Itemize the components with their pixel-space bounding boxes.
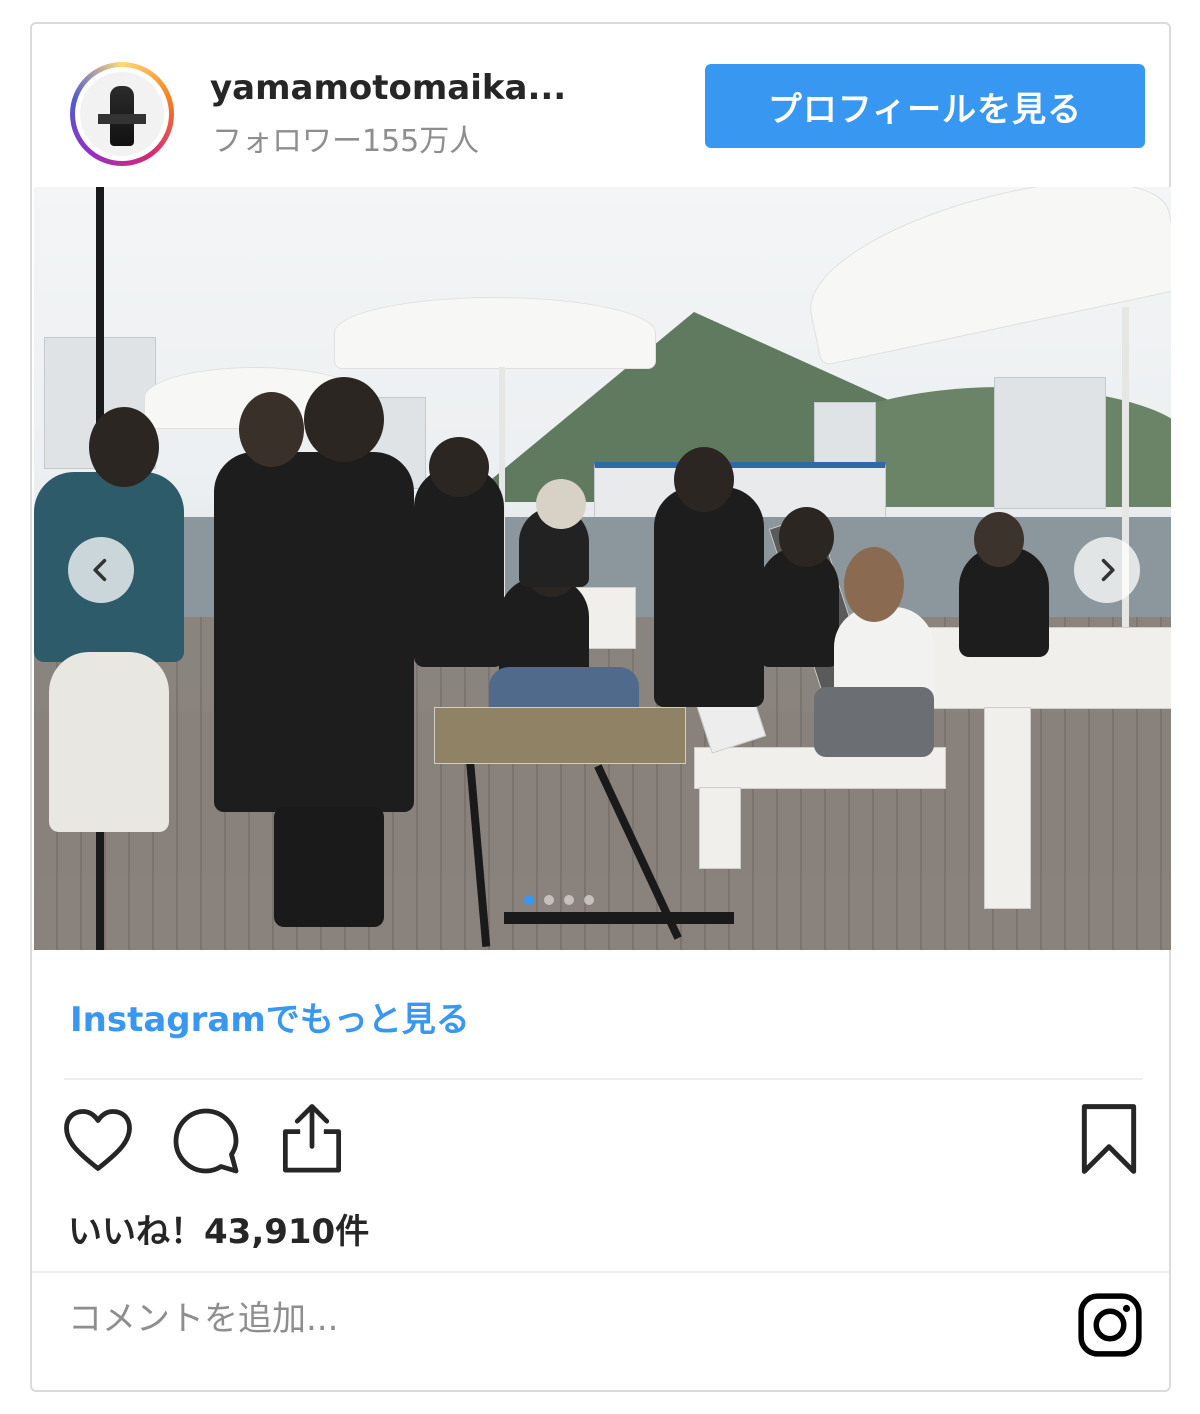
follower-count: フォロワー155万人: [212, 124, 480, 159]
save-button[interactable]: [1078, 1102, 1140, 1176]
bookmark-icon: [1081, 1104, 1137, 1174]
carousel-dot: [564, 895, 574, 905]
instagram-icon: [1078, 1293, 1142, 1357]
instagram-embed-card: yamamotomaika... フォロワー155万人 プロフィールを見る In…: [30, 22, 1171, 1392]
carousel-prev-button[interactable]: [68, 537, 134, 603]
comment-icon: [173, 1108, 239, 1174]
carousel-dot: [544, 895, 554, 905]
chevron-right-icon: [1101, 558, 1115, 582]
share-button[interactable]: [276, 1102, 348, 1176]
username[interactable]: yamamotomaika...: [210, 68, 566, 108]
instagram-logo[interactable]: [1077, 1292, 1143, 1358]
chevron-left-icon: [93, 558, 107, 582]
heart-icon: [64, 1109, 132, 1171]
carousel-dot: [584, 895, 594, 905]
avatar-image: [80, 72, 164, 156]
carousel-dot: [524, 895, 534, 905]
share-icon: [282, 1104, 342, 1173]
comment-button[interactable]: [170, 1105, 242, 1177]
like-button[interactable]: [62, 1107, 134, 1173]
view-profile-button[interactable]: プロフィールを見る: [705, 64, 1145, 148]
divider: [64, 1078, 1143, 1080]
post-photo[interactable]: [34, 187, 1171, 950]
like-count: いいね！43,910件: [68, 1212, 370, 1252]
carousel-indicator: [524, 895, 594, 905]
divider: [32, 1271, 1169, 1273]
avatar[interactable]: [70, 62, 174, 166]
add-comment-input[interactable]: [68, 1299, 968, 1339]
carousel-next-button[interactable]: [1074, 537, 1140, 603]
view-more-on-instagram-link[interactable]: Instagramでもっと見る: [70, 992, 470, 1041]
